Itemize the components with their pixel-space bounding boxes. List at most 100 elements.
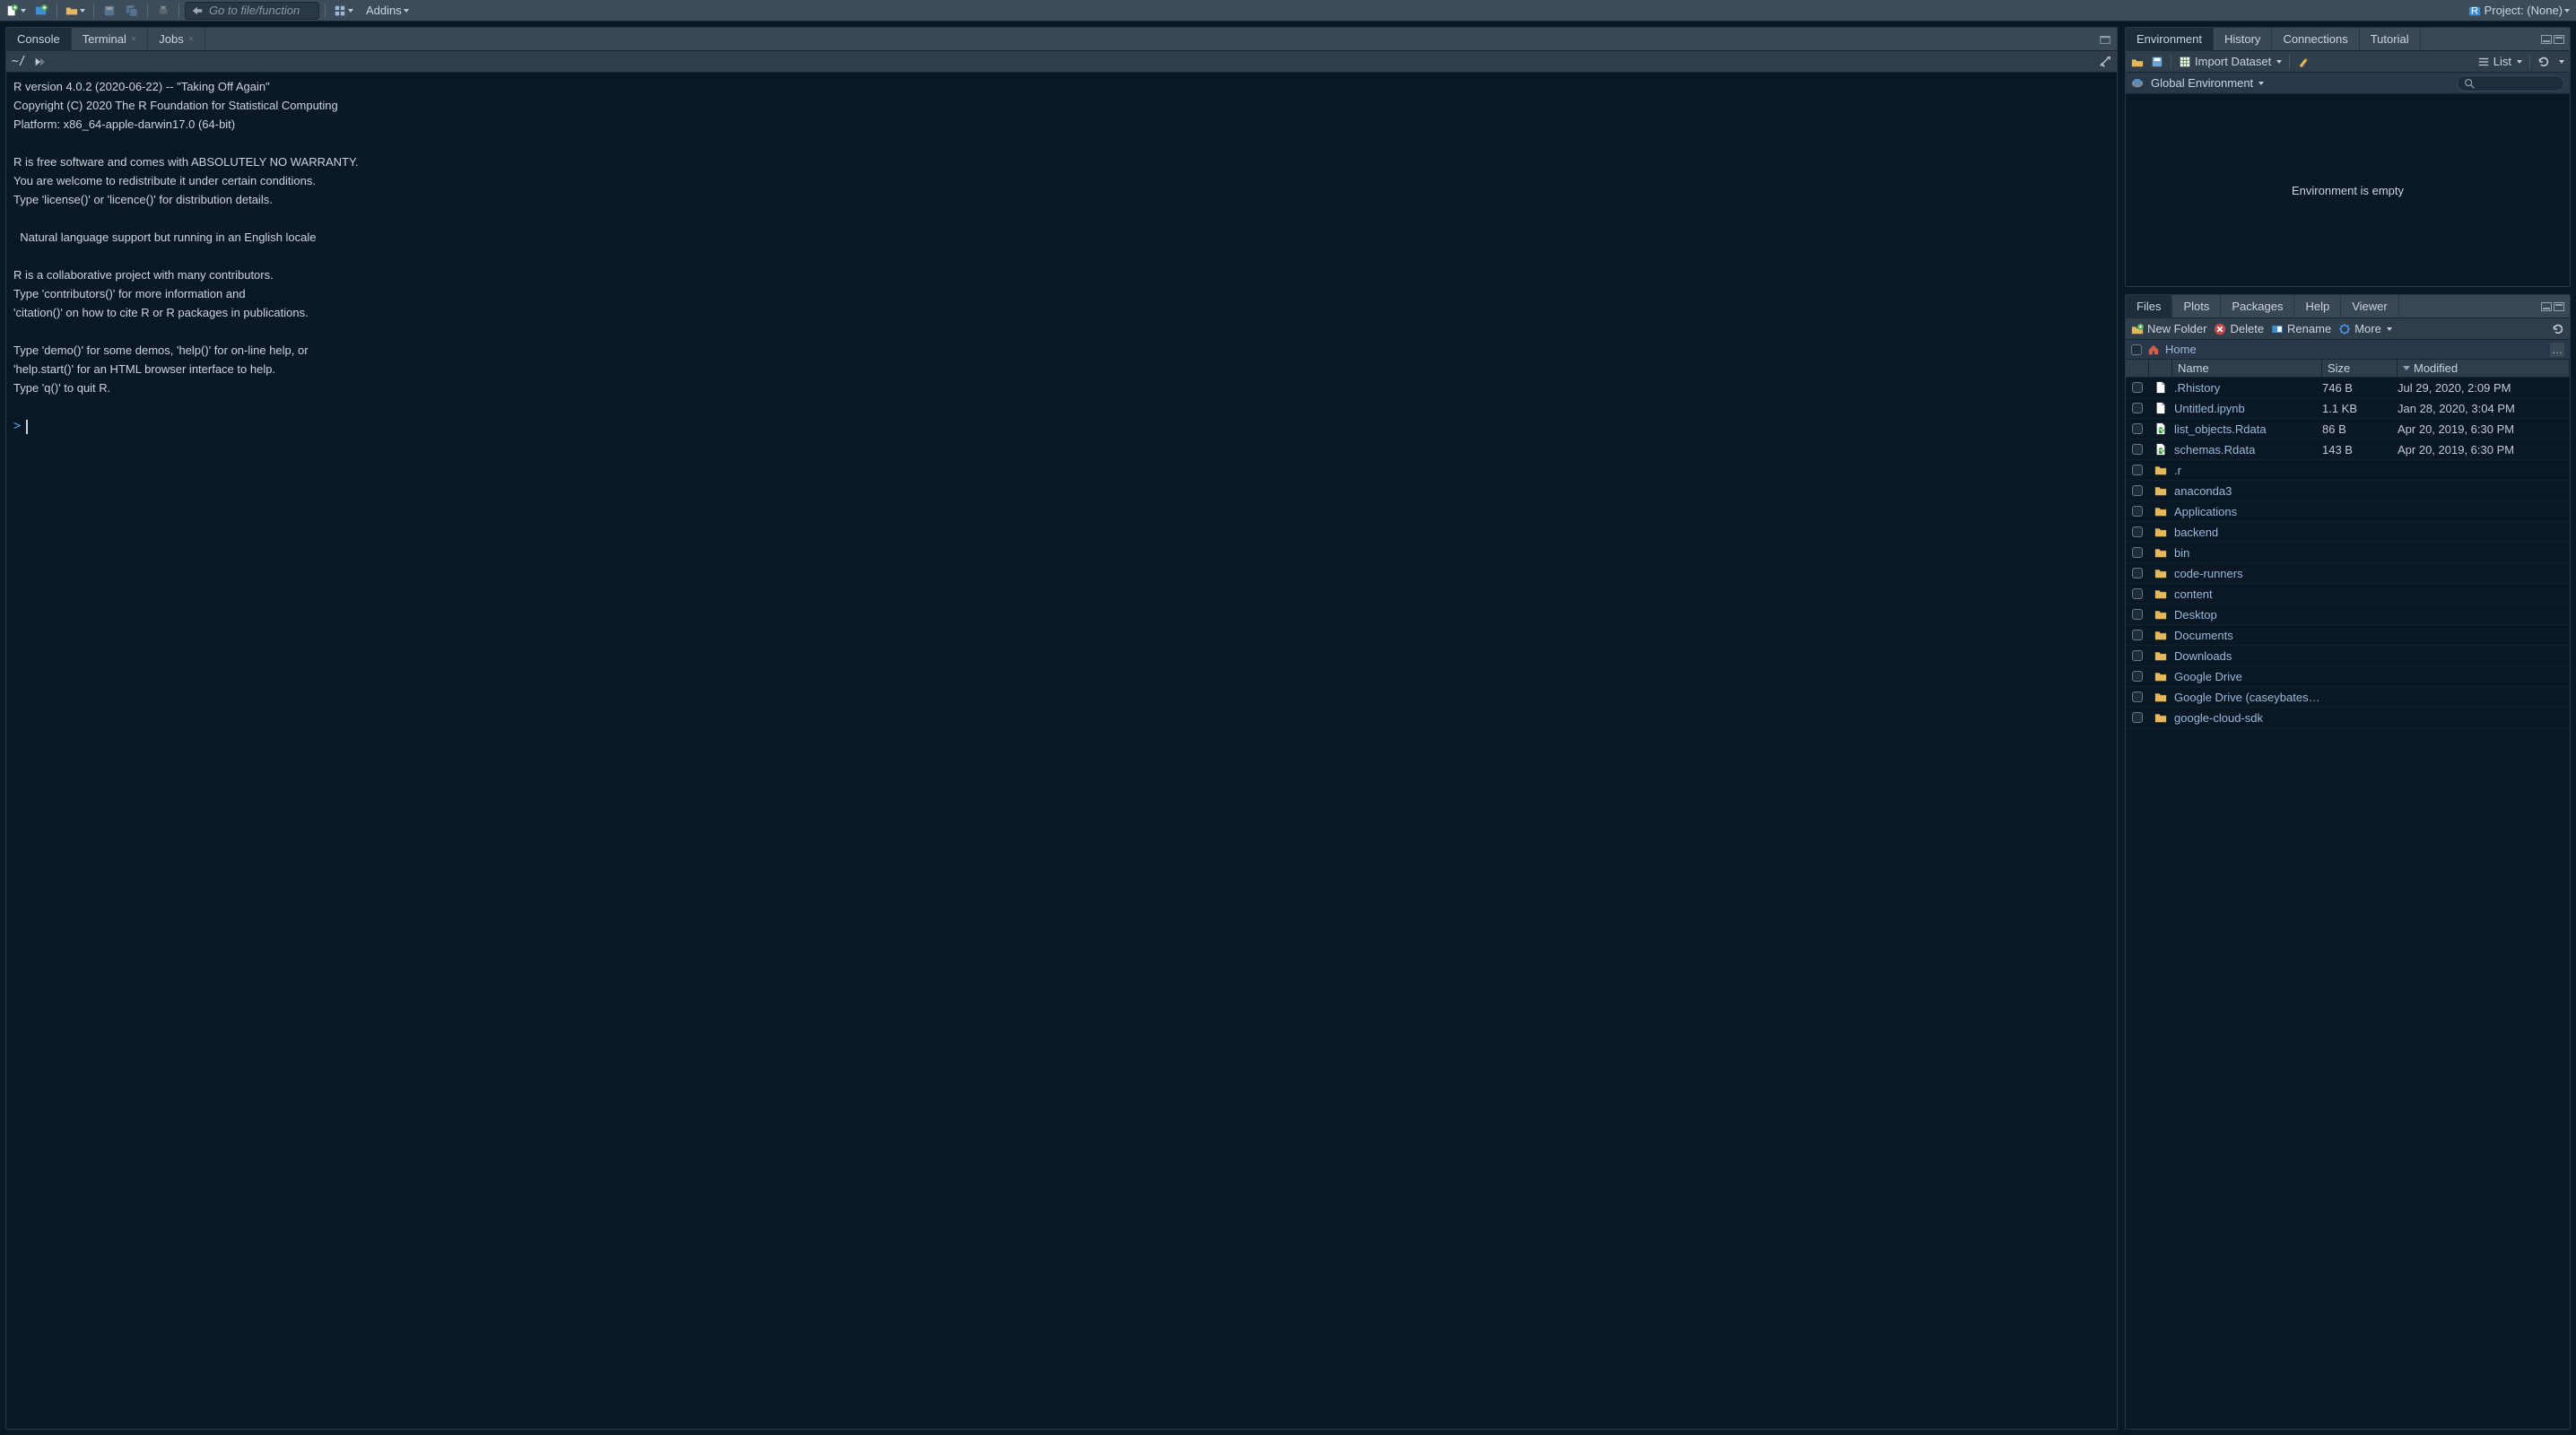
row-checkbox[interactable] [2132,465,2143,475]
tab-terminal[interactable]: Terminal× [72,28,149,51]
file-list[interactable]: .Rhistory746 BJul 29, 2020, 2:09 PMUntit… [2126,378,2570,1429]
addins-menu[interactable]: Addins [359,2,416,20]
file-name[interactable]: Untitled.ipynb [2172,402,2322,415]
breadcrumb-home[interactable]: Home [2165,343,2197,356]
file-name[interactable]: code-runners [2172,567,2322,580]
path-more-button[interactable]: … [2550,343,2564,357]
tab-plots[interactable]: Plots [2172,295,2221,318]
file-row[interactable]: backend [2126,522,2570,543]
file-name[interactable]: Downloads [2172,649,2322,663]
file-row[interactable]: .Rhistory746 BJul 29, 2020, 2:09 PM [2126,378,2570,398]
file-name[interactable]: Documents [2172,629,2322,642]
project-menu[interactable]: RProject: (None) [2466,2,2572,20]
file-row[interactable]: Downloads [2126,646,2570,666]
file-row[interactable]: Google Drive [2126,666,2570,687]
row-checkbox[interactable] [2132,630,2143,640]
file-name[interactable]: .r [2172,464,2322,477]
grid-button[interactable] [331,2,356,20]
tab-files[interactable]: Files [2126,295,2172,318]
tab-help[interactable]: Help [2294,295,2341,318]
col-size[interactable]: Size [2322,360,2398,377]
env-search-input[interactable] [2457,75,2564,91]
file-name[interactable]: list_objects.Rdata [2172,422,2322,436]
new-folder-button[interactable]: New Folder [2131,322,2206,335]
console-output[interactable]: R version 4.0.2 (2020-06-22) -- "Taking … [6,73,2117,1429]
file-name[interactable]: anaconda3 [2172,484,2322,498]
file-name[interactable]: schemas.Rdata [2172,443,2322,457]
row-checkbox[interactable] [2132,423,2143,434]
row-checkbox[interactable] [2132,403,2143,413]
col-modified[interactable]: Modified [2398,360,2570,377]
save-workspace-icon[interactable] [2151,56,2163,68]
file-name[interactable]: bin [2172,546,2322,560]
row-checkbox[interactable] [2132,691,2143,702]
file-row[interactable]: Rschemas.Rdata143 BApr 20, 2019, 6:30 PM [2126,439,2570,460]
row-checkbox[interactable] [2132,526,2143,537]
home-icon[interactable] [2147,344,2160,356]
tab-environment[interactable]: Environment [2126,28,2214,51]
select-all-checkbox[interactable] [2131,344,2142,355]
tab-history[interactable]: History [2214,28,2272,51]
file-row[interactable]: Documents [2126,625,2570,646]
refresh-env-icon[interactable] [2537,56,2550,68]
close-icon[interactable]: × [188,34,194,45]
row-checkbox[interactable] [2132,382,2143,393]
row-checkbox[interactable] [2132,671,2143,682]
file-row[interactable]: anaconda3 [2126,481,2570,501]
file-name[interactable]: Applications [2172,505,2322,518]
row-checkbox[interactable] [2132,485,2143,496]
tab-console[interactable]: Console [6,28,72,51]
delete-button[interactable]: Delete [2214,322,2264,335]
goto-file-function-input[interactable]: Go to file/function [185,2,319,20]
print-button[interactable] [153,2,173,20]
row-checkbox[interactable] [2132,506,2143,517]
pane-maximize-icon[interactable] [2554,302,2564,311]
file-name[interactable]: google-cloud-sdk [2172,711,2322,725]
pane-minimize-icon[interactable] [2541,302,2552,311]
refresh-files-icon[interactable] [2552,323,2564,335]
file-row[interactable]: Rlist_objects.Rdata86 BApr 20, 2019, 6:3… [2126,419,2570,439]
clear-objects-icon[interactable] [2297,56,2310,68]
col-name[interactable]: Name [2172,360,2322,377]
file-name[interactable]: Google Drive (caseybates@gmai... [2172,691,2322,704]
row-checkbox[interactable] [2132,609,2143,620]
tab-tutorial[interactable]: Tutorial [2360,28,2421,51]
tab-jobs[interactable]: Jobs× [148,28,205,51]
row-checkbox[interactable] [2132,712,2143,723]
file-row[interactable]: Applications [2126,501,2570,522]
file-row[interactable]: google-cloud-sdk [2126,708,2570,728]
load-workspace-icon[interactable] [2131,56,2144,68]
goto-dir-icon[interactable] [33,56,46,68]
open-file-button[interactable] [63,2,88,20]
pane-maximize-icon[interactable] [2099,33,2111,46]
save-button[interactable] [100,2,119,20]
pane-minimize-icon[interactable] [2541,35,2552,44]
env-scope-selector[interactable]: Global Environment [2151,76,2264,90]
new-project-button[interactable] [31,2,51,20]
tab-viewer[interactable]: Viewer [2341,295,2399,318]
file-name[interactable]: .Rhistory [2172,381,2322,395]
row-checkbox[interactable] [2132,588,2143,599]
file-name[interactable]: Desktop [2172,608,2322,622]
env-view-mode-button[interactable]: List [2477,55,2522,68]
file-row[interactable]: Google Drive (caseybates@gmai... [2126,687,2570,708]
row-checkbox[interactable] [2132,547,2143,558]
tab-connections[interactable]: Connections [2272,28,2359,51]
import-dataset-button[interactable]: Import Dataset [2179,55,2282,68]
file-row[interactable]: bin [2126,543,2570,563]
file-row[interactable]: Desktop [2126,604,2570,625]
clear-console-icon[interactable] [2099,56,2111,68]
file-name[interactable]: backend [2172,526,2322,539]
more-button[interactable]: More [2338,322,2392,335]
row-checkbox[interactable] [2132,568,2143,578]
file-row[interactable]: content [2126,584,2570,604]
file-name[interactable]: content [2172,587,2322,601]
save-all-button[interactable] [122,2,142,20]
file-row[interactable]: Untitled.ipynb1.1 KBJan 28, 2020, 3:04 P… [2126,398,2570,419]
file-name[interactable]: Google Drive [2172,670,2322,683]
row-checkbox[interactable] [2132,650,2143,661]
new-file-button[interactable] [4,2,29,20]
close-icon[interactable]: × [131,34,136,45]
pane-maximize-icon[interactable] [2554,35,2564,44]
row-checkbox[interactable] [2132,444,2143,455]
